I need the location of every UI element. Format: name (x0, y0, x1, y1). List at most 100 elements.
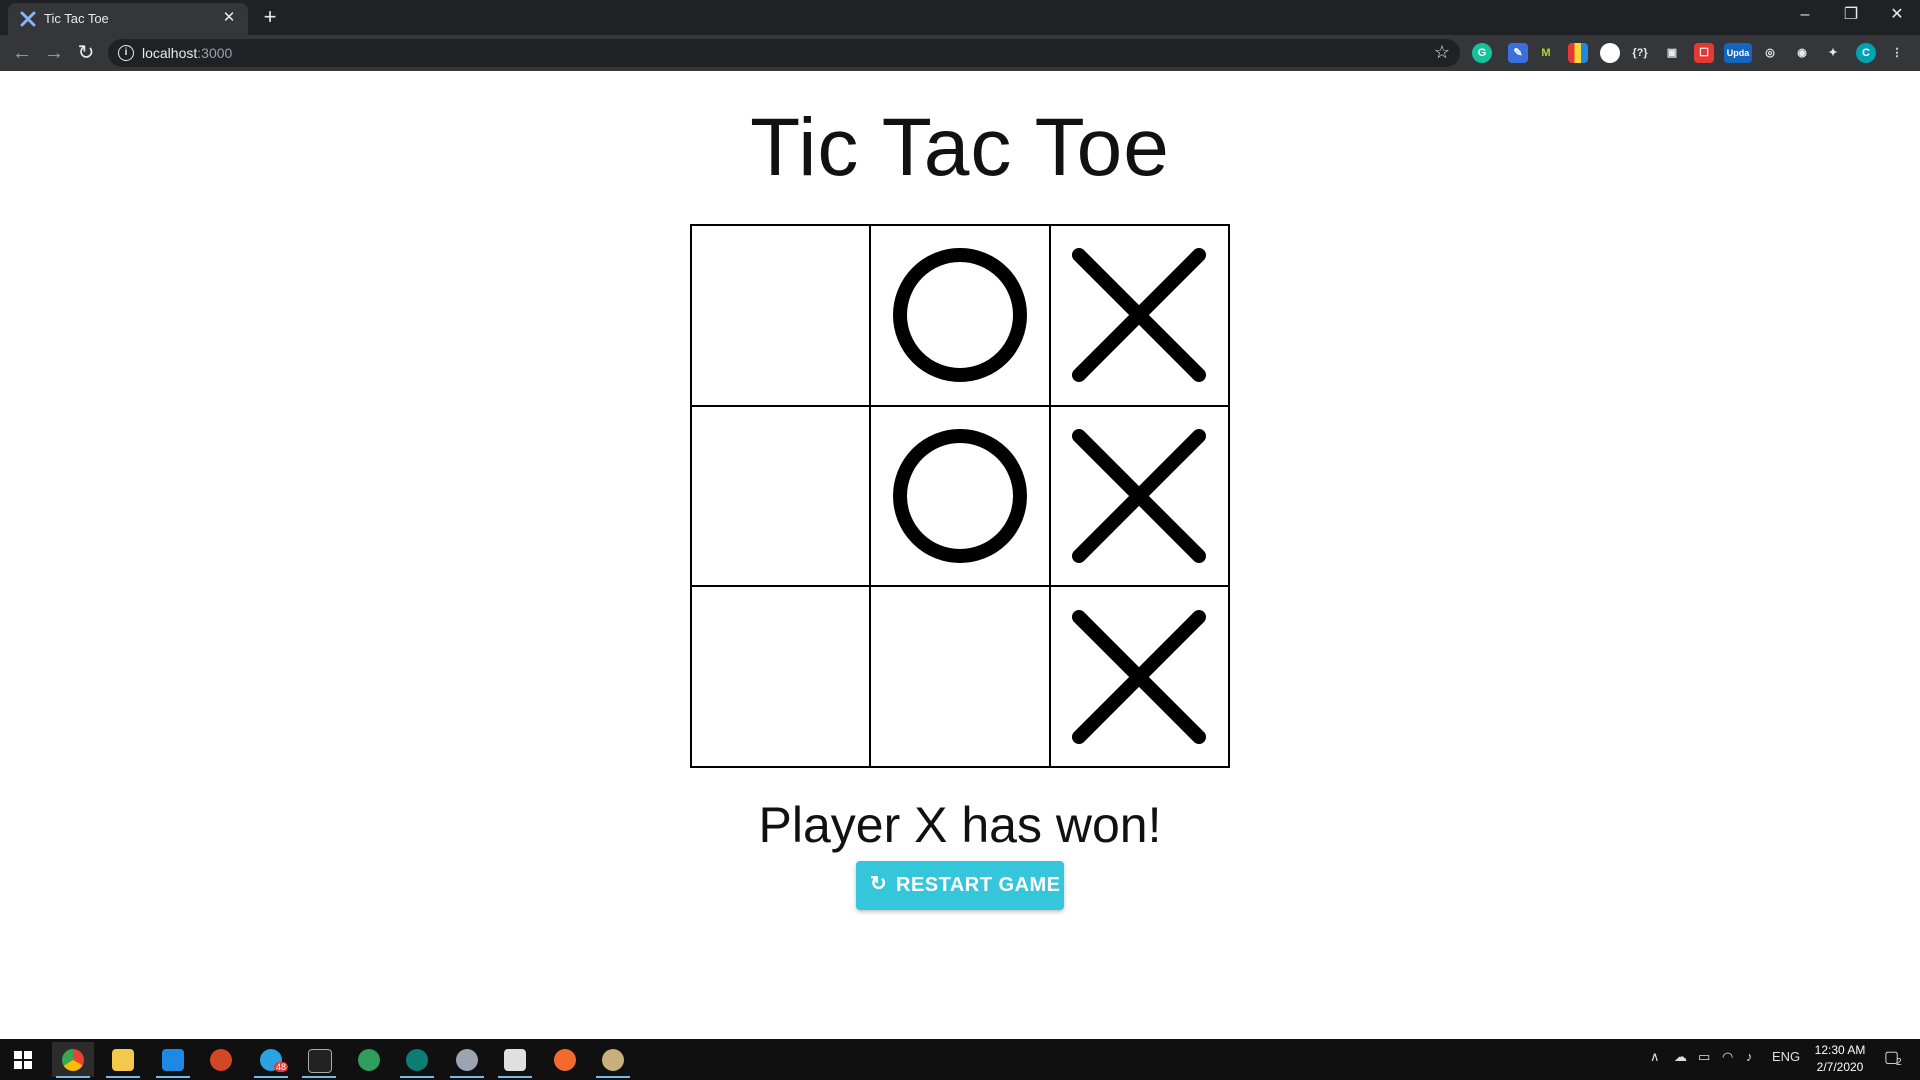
white-circle-extension-icon[interactable] (1600, 43, 1620, 63)
taskbar-powerpoint[interactable] (200, 1042, 242, 1077)
green-app-icon (358, 1049, 380, 1071)
running-indicator (302, 1076, 336, 1078)
teal-app-icon (406, 1049, 428, 1071)
running-indicator (106, 1076, 140, 1078)
board-cell-2-1[interactable] (870, 586, 1050, 767)
board-cell-2-0[interactable] (691, 586, 871, 767)
address-bar[interactable]: i localhost:3000 ☆ (108, 39, 1460, 67)
running-indicator (156, 1076, 190, 1078)
notification-count: 2 (1896, 1057, 1902, 1068)
taskbar-mail[interactable] (152, 1042, 194, 1078)
profile-avatar[interactable]: C (1856, 43, 1876, 63)
tab-title: Tic Tac Toe (44, 11, 109, 26)
json-extension-icon[interactable]: {?} (1630, 43, 1650, 63)
palette-app-icon (602, 1049, 624, 1071)
extensions-puzzle-icon[interactable]: ✦ (1823, 43, 1843, 63)
reload-icon[interactable]: ↻ (74, 41, 98, 65)
color-extension-icon[interactable] (1568, 43, 1588, 63)
windows-logo-icon (14, 1051, 32, 1069)
taskbar-telegram[interactable]: 48 (250, 1042, 292, 1078)
terminal-icon (308, 1049, 332, 1073)
bookmark-star-icon[interactable]: ☆ (1434, 42, 1450, 63)
running-indicator (450, 1076, 484, 1078)
browser-tab-bar: Tic Tac Toe ✕ + – ❐ ✕ (0, 0, 1920, 35)
running-indicator (400, 1076, 434, 1078)
taskbar-terminal[interactable] (298, 1042, 340, 1078)
start-button[interactable] (2, 1042, 44, 1077)
x-mark-icon (1072, 609, 1207, 744)
clock-date: 2/7/2020 (1816, 1060, 1864, 1074)
update-extension-icon[interactable]: Upda (1724, 43, 1752, 63)
taskbar-paint-app[interactable] (446, 1042, 488, 1078)
tab-close-icon[interactable]: ✕ (220, 9, 238, 27)
url-port: :3000 (197, 45, 233, 61)
running-indicator (596, 1076, 630, 1078)
new-tab-button[interactable]: + (258, 6, 282, 30)
x-mark-icon (1072, 248, 1207, 383)
browser-tab[interactable]: Tic Tac Toe ✕ (8, 3, 248, 35)
taskbar-green-app[interactable] (348, 1042, 390, 1077)
taskbar-orange-app[interactable] (544, 1042, 586, 1077)
board-cell-1-0[interactable] (691, 405, 871, 587)
restore-icon[interactable]: ❐ (1828, 0, 1874, 30)
minimize-icon[interactable]: – (1782, 0, 1828, 30)
menu-kebab-icon[interactable]: ⋮ (1887, 43, 1907, 63)
folder-icon (112, 1049, 134, 1071)
restart-icon: ↻ (870, 873, 888, 895)
windows-taskbar: 48 ∧ ☁ ▭ ◠ ♪ ENG 12:30 AM 2/7/2020 ▢ 2 (0, 1039, 1920, 1080)
board-cell-0-1[interactable] (870, 225, 1050, 406)
browser-toolbar: ← → ↻ i localhost:3000 ☆ G ✎ M {?} ▣ ☐ U… (0, 35, 1920, 71)
calculator-icon (504, 1049, 526, 1071)
taskbar-file-explorer[interactable] (102, 1042, 144, 1078)
o-mark-icon (892, 248, 1027, 383)
back-arrow-icon[interactable]: ← (10, 41, 34, 65)
target-extension-icon[interactable]: ◉ (1792, 43, 1812, 63)
active-indicator (56, 1076, 90, 1078)
o-mark-icon (892, 428, 1027, 563)
close-window-icon[interactable]: ✕ (1874, 0, 1920, 30)
board-cell-2-2[interactable] (1049, 586, 1229, 767)
pocket-extension-icon[interactable]: ☐ (1694, 43, 1714, 63)
edit-extension-icon[interactable]: ✎ (1508, 43, 1528, 63)
page-title: Tic Tac Toe (750, 102, 1170, 193)
game-status: Player X has won! (758, 797, 1162, 853)
restart-label: RESTART GAME (896, 874, 1061, 896)
taskbar-palette-app[interactable] (592, 1042, 634, 1078)
language-indicator[interactable]: ENG (1772, 1049, 1800, 1064)
grammarly-extension-icon[interactable]: G (1472, 43, 1492, 63)
board-cell-1-1[interactable] (870, 405, 1050, 587)
taskbar-calculator[interactable] (494, 1042, 536, 1078)
x-mark-icon (1072, 428, 1207, 563)
taskbar-teal-app[interactable] (396, 1042, 438, 1078)
info-icon[interactable]: i (118, 45, 134, 61)
battery-icon[interactable]: ▭ (1698, 1049, 1710, 1065)
page-content: Tic Tac Toe Player X has won! ↻ RESTART … (0, 71, 1920, 1039)
running-indicator (254, 1076, 288, 1078)
board-cell-0-2[interactable] (1049, 225, 1229, 406)
telegram-badge: 48 (274, 1062, 289, 1072)
board-cell-1-2[interactable] (1049, 405, 1229, 587)
chrome-icon (62, 1049, 84, 1071)
volume-icon[interactable]: ♪ (1746, 1049, 1753, 1064)
wifi-icon[interactable]: ◠ (1722, 1049, 1733, 1065)
system-clock[interactable]: 12:30 AM 2/7/2020 (1800, 1042, 1880, 1076)
powerpoint-icon (210, 1049, 232, 1071)
game-board (690, 224, 1230, 768)
taskbar-chrome[interactable] (52, 1042, 94, 1078)
camera-extension-icon[interactable]: ▣ (1662, 43, 1682, 63)
url-text: localhost:3000 (142, 45, 232, 61)
restart-game-button[interactable]: ↻ RESTART GAME (856, 861, 1064, 910)
tic-tac-toe-favicon-icon (20, 11, 36, 27)
url-host: localhost (142, 45, 198, 61)
mail-icon (162, 1049, 184, 1071)
m-extension-icon[interactable]: M (1536, 43, 1556, 63)
running-indicator (498, 1076, 532, 1078)
clock-time: 12:30 AM (1814, 1043, 1866, 1057)
tray-chevron-icon[interactable]: ∧ (1650, 1049, 1660, 1065)
orange-app-icon (554, 1049, 576, 1071)
board-cell-0-0[interactable] (691, 225, 871, 406)
forward-arrow-icon[interactable]: → (42, 41, 66, 65)
onedrive-cloud-icon[interactable]: ☁ (1674, 1049, 1687, 1065)
paint-app-icon (456, 1049, 478, 1071)
cookie-extension-icon[interactable]: ◎ (1760, 43, 1780, 63)
